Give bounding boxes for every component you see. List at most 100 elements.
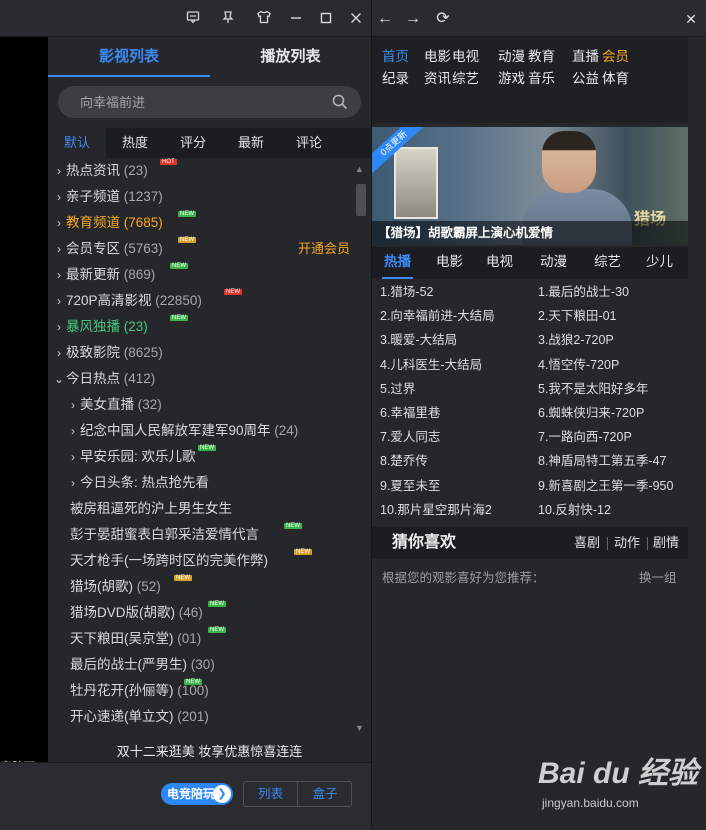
chevron-right-icon[interactable]: › <box>52 236 66 262</box>
sort-tab-popularity[interactable]: 热度 <box>106 128 164 158</box>
tree-item[interactable]: › 极致影院 (8625) <box>52 340 163 366</box>
chevron-right-icon[interactable]: › <box>52 262 66 288</box>
tab-movie-list[interactable]: 影视列表 <box>48 37 210 77</box>
ranking-item[interactable]: 2.天下粮田-01 <box>538 304 686 328</box>
category-link[interactable]: 体育 <box>602 67 629 87</box>
tree-item[interactable]: › 热点资讯 (23) <box>52 158 148 184</box>
mode-list-button[interactable]: 列表 <box>244 782 298 806</box>
chevron-right-icon[interactable]: › <box>66 418 80 444</box>
tree-item[interactable]: 猎场(胡歌) (52) <box>70 574 161 600</box>
video-area[interactable]: 竞陪玩 <box>0 37 48 774</box>
skin-icon[interactable] <box>218 9 238 29</box>
sort-tab-rating[interactable]: 评分 <box>164 128 222 158</box>
ranking-tab-movie[interactable]: 电影 <box>436 247 463 279</box>
search-icon[interactable] <box>331 93 349 111</box>
tree-item[interactable]: › 纪念中国人民解放军建军90周年 (24) <box>66 418 298 444</box>
ranking-item[interactable]: 1.最后的战士-30 <box>538 280 686 304</box>
sort-tab-default[interactable]: 默认 <box>48 128 106 158</box>
chevron-right-icon[interactable]: › <box>66 392 80 418</box>
category-link[interactable]: 电影 <box>424 45 451 65</box>
ranking-item[interactable]: 9.夏至未至 <box>380 474 528 498</box>
ranking-item[interactable]: 8.神盾局特工第五季-47 <box>538 449 686 473</box>
featured-banner[interactable]: 0点更新 猎场 【猎场】胡歌霸屏上演心机爱情 <box>372 127 688 245</box>
tree-item[interactable]: › 最新更新 (869) <box>52 262 155 288</box>
ranking-item[interactable]: 6.幸福里巷 <box>380 401 528 425</box>
ranking-item[interactable]: 5.过界 <box>380 377 528 401</box>
tree-item[interactable]: › 早安乐园: 欢乐儿歌 <box>66 444 196 470</box>
tree-item[interactable]: 最后的战士(严男生) (30) <box>70 652 215 678</box>
chevron-right-icon[interactable]: › <box>52 158 66 184</box>
ranking-item[interactable]: 3.暖爱-大结局 <box>380 328 528 352</box>
ranking-item[interactable]: 7.一路向西-720P <box>538 425 686 449</box>
tree-item[interactable]: 天下粮田(吴京堂) (01) <box>70 626 201 652</box>
maximize-icon[interactable] <box>316 9 336 29</box>
category-link[interactable]: 直播 <box>572 45 599 65</box>
ranking-tab-tv[interactable]: 电视 <box>486 247 513 279</box>
close-icon[interactable] <box>346 9 366 29</box>
recommend-tag-action[interactable]: 动作 <box>614 527 640 559</box>
ranking-item[interactable]: 6.蜘蛛侠归来-720P <box>538 401 686 425</box>
ranking-item[interactable]: 3.战狼2-720P <box>538 328 686 352</box>
tree-item[interactable]: 被房租逼死的沪上男生女生 <box>70 496 232 522</box>
category-link[interactable]: 音乐 <box>528 67 555 87</box>
tree-item[interactable]: › 暴风独播 (23) <box>52 314 148 340</box>
chevron-right-icon[interactable]: › <box>66 444 80 470</box>
ranking-item[interactable]: 1.猎场-52 <box>380 280 528 304</box>
list-scroll-thumb[interactable] <box>356 184 366 216</box>
shirt-icon[interactable] <box>254 9 274 29</box>
mode-box-button[interactable]: 盒子 <box>298 782 352 806</box>
category-link[interactable]: 首页 <box>382 45 409 65</box>
promo-marquee[interactable]: 双十二来逛美 妆享优惠惊喜连连 <box>48 741 371 762</box>
search-input[interactable] <box>58 86 328 118</box>
vip-signup-link[interactable]: 开通会员 <box>298 236 350 262</box>
feedback-icon[interactable] <box>183 9 203 29</box>
tab-playlist[interactable]: 播放列表 <box>210 37 371 77</box>
tree-item[interactable]: › 亲子频道 (1237) <box>52 184 163 210</box>
tree-item[interactable]: 开心速递(单立文) (201) <box>70 704 209 730</box>
category-link[interactable]: 公益 <box>572 67 599 87</box>
tree-item[interactable]: 彭于晏甜蜜表白郭采洁爱情代言 <box>70 522 259 548</box>
back-arrow-icon[interactable]: ← <box>374 8 396 30</box>
ranking-tab-anime[interactable]: 动漫 <box>540 247 567 279</box>
chevron-right-icon[interactable]: › <box>52 184 66 210</box>
tree-item[interactable]: › 会员专区 (5763) <box>52 236 163 262</box>
category-link[interactable]: 资讯 <box>424 67 451 87</box>
category-link[interactable]: 会员 <box>602 45 629 65</box>
ranking-item[interactable]: 10.反射快-12 <box>538 498 686 522</box>
recommend-tag-drama[interactable]: 剧情 <box>653 527 679 559</box>
chevron-right-icon[interactable]: › <box>66 470 80 496</box>
minimize-icon[interactable] <box>286 9 306 29</box>
category-link[interactable]: 动漫 <box>498 45 525 65</box>
category-link[interactable]: 游戏 <box>498 67 525 87</box>
forward-arrow-icon[interactable]: → <box>402 8 424 30</box>
recommend-refresh-link[interactable]: 换一组 <box>639 567 677 586</box>
ranking-item[interactable]: 4.悟空传-720P <box>538 353 686 377</box>
refresh-icon[interactable]: ⟳ <box>432 8 454 30</box>
list-scrollbar[interactable] <box>354 162 366 737</box>
ranking-item[interactable]: 10.那片星空那片海2 <box>380 498 528 522</box>
chevron-right-icon[interactable]: › <box>52 288 66 314</box>
tree-item[interactable]: › 720P高清影视 (22850) <box>52 288 202 314</box>
scroll-down-icon[interactable]: ▼ <box>355 723 364 733</box>
ranking-item[interactable]: 8.楚乔传 <box>380 449 528 473</box>
tree-item[interactable]: 天才枪手(一场跨时区的完美作弊) <box>70 548 268 574</box>
scroll-up-icon[interactable]: ▲ <box>355 164 364 174</box>
chevron-right-icon[interactable]: › <box>52 210 66 236</box>
chevron-down-icon[interactable]: ⌄ <box>52 366 66 392</box>
ranking-item[interactable]: 7.爱人同志 <box>380 425 528 449</box>
ranking-item[interactable]: 2.向幸福前进-大结局 <box>380 304 528 328</box>
ranking-tab-hot[interactable]: 热播 <box>382 247 413 279</box>
tree-item[interactable]: › 美女直播 (32) <box>66 392 162 418</box>
category-link[interactable]: 纪录 <box>382 67 409 87</box>
sort-tab-comments[interactable]: 评论 <box>280 128 338 158</box>
tree-item[interactable]: › 今日头条: 热点抢先看 <box>66 470 209 496</box>
chevron-right-icon[interactable]: › <box>52 314 66 340</box>
tree-item[interactable]: ⌄ 今日热点 (412) <box>52 366 155 392</box>
esport-button[interactable]: 电竞陪玩 ❯ <box>161 783 233 805</box>
ranking-item[interactable]: 9.新喜剧之王第一季-950 <box>538 474 686 498</box>
category-link[interactable]: 电视 <box>452 45 479 65</box>
ranking-tab-variety[interactable]: 综艺 <box>594 247 621 279</box>
tree-item[interactable]: › 教育频道 (7685) <box>52 210 163 236</box>
close-icon[interactable]: ✕ <box>680 8 702 30</box>
ranking-tab-kids[interactable]: 少儿 <box>646 247 673 279</box>
